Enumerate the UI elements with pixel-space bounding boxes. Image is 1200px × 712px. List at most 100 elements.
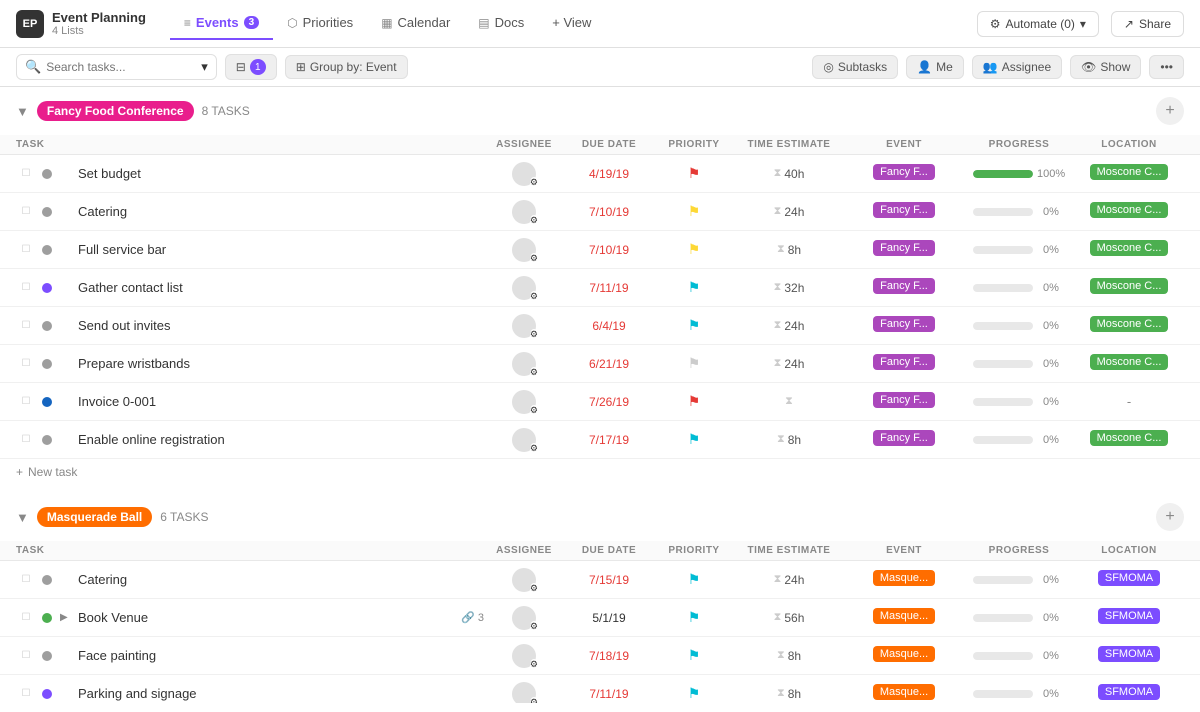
task-name[interactable]: Catering: [78, 572, 484, 587]
event-badge[interactable]: Fancy F...: [873, 392, 935, 408]
task-duedate[interactable]: 5/1/19: [564, 610, 654, 625]
task-timeest[interactable]: ⧗: [734, 395, 844, 408]
location-badge[interactable]: Moscone C...: [1090, 202, 1169, 218]
task-checkbox[interactable]: ☐: [16, 168, 36, 179]
location-badge[interactable]: Moscone C...: [1090, 278, 1169, 294]
task-duedate[interactable]: 7/10/19: [564, 242, 654, 257]
group-label[interactable]: Masquerade Ball: [37, 507, 152, 527]
task-timeest[interactable]: ⧗24h: [734, 573, 844, 587]
task-checkbox[interactable]: ☐: [16, 244, 36, 255]
task-checkbox[interactable]: ☐: [16, 358, 36, 369]
automate-button[interactable]: ⚙ Automate (0) ▾: [977, 11, 1099, 37]
show-button[interactable]: 👁 Show: [1070, 55, 1141, 79]
location-badge[interactable]: SFMOMA: [1098, 684, 1160, 700]
location-badge[interactable]: Moscone C...: [1090, 316, 1169, 332]
task-location[interactable]: Moscone C...: [1074, 430, 1184, 449]
task-duedate[interactable]: 7/26/19: [564, 394, 654, 409]
due-date[interactable]: 7/10/19: [589, 243, 629, 257]
event-badge[interactable]: Fancy F...: [873, 316, 935, 332]
avatar[interactable]: [512, 314, 536, 338]
event-badge[interactable]: Fancy F...: [873, 354, 935, 370]
task-timeest[interactable]: ⧗8h: [734, 243, 844, 257]
task-event[interactable]: Masque...: [844, 684, 964, 703]
task-checkbox[interactable]: ☐: [16, 650, 36, 661]
task-name[interactable]: Set budget: [78, 166, 484, 181]
task-timeest[interactable]: ⧗24h: [734, 205, 844, 219]
avatar[interactable]: [512, 162, 536, 186]
task-name[interactable]: Prepare wristbands: [78, 356, 484, 371]
event-badge[interactable]: Fancy F...: [873, 240, 935, 256]
task-priority[interactable]: ⚑: [654, 165, 734, 182]
location-badge[interactable]: Moscone C...: [1090, 430, 1169, 446]
task-name[interactable]: Enable online registration: [78, 432, 484, 447]
task-location[interactable]: Moscone C...: [1074, 202, 1184, 221]
avatar[interactable]: [512, 238, 536, 262]
task-name[interactable]: Gather contact list: [78, 280, 484, 295]
task-name[interactable]: Send out invites: [78, 318, 484, 333]
filter-button[interactable]: ⊟ 1: [225, 54, 277, 80]
location-badge[interactable]: Moscone C...: [1090, 240, 1169, 256]
avatar[interactable]: [512, 606, 536, 630]
due-date[interactable]: 7/11/19: [589, 281, 628, 295]
task-name[interactable]: Book Venue: [78, 610, 457, 625]
event-badge[interactable]: Fancy F...: [873, 202, 935, 218]
avatar[interactable]: [512, 682, 536, 704]
task-priority[interactable]: ⚑: [654, 685, 734, 702]
task-timeest[interactable]: ⧗8h: [734, 687, 844, 701]
group-toggle[interactable]: ▼: [16, 104, 29, 119]
location-badge[interactable]: SFMOMA: [1098, 570, 1160, 586]
group-label[interactable]: Fancy Food Conference: [37, 101, 194, 121]
task-checkbox[interactable]: ☐: [16, 282, 36, 293]
task-duedate[interactable]: 7/17/19: [564, 432, 654, 447]
tab-calendar[interactable]: ▦ Calendar: [367, 7, 464, 40]
search-input[interactable]: [46, 60, 196, 74]
task-priority[interactable]: ⚑: [654, 355, 734, 372]
avatar[interactable]: [512, 428, 536, 452]
task-event[interactable]: Fancy F...: [844, 392, 964, 411]
avatar[interactable]: [512, 568, 536, 592]
task-location[interactable]: Moscone C...: [1074, 164, 1184, 183]
task-duedate[interactable]: 7/11/19: [564, 280, 654, 295]
task-duedate[interactable]: 6/21/19: [564, 356, 654, 371]
task-priority[interactable]: ⚑: [654, 393, 734, 410]
more-button[interactable]: •••: [1149, 55, 1184, 79]
task-checkbox[interactable]: ☐: [16, 574, 36, 585]
task-location[interactable]: SFMOMA: [1074, 684, 1184, 703]
due-date[interactable]: 6/21/19: [589, 357, 629, 371]
task-priority[interactable]: ⚑: [654, 241, 734, 258]
due-date[interactable]: 7/15/19: [589, 573, 629, 587]
task-event[interactable]: Masque...: [844, 646, 964, 665]
add-group-button[interactable]: +: [1156, 97, 1184, 125]
task-event[interactable]: Fancy F...: [844, 240, 964, 259]
task-priority[interactable]: ⚑: [654, 279, 734, 296]
share-button[interactable]: ↗ Share: [1111, 11, 1184, 37]
location-badge[interactable]: Moscone C...: [1090, 164, 1169, 180]
tab-events[interactable]: ≡ Events 3: [170, 7, 273, 40]
event-badge[interactable]: Masque...: [873, 570, 935, 586]
task-event[interactable]: Masque...: [844, 608, 964, 627]
task-priority[interactable]: ⚑: [654, 203, 734, 220]
expand-icon[interactable]: ▶: [60, 612, 74, 623]
event-badge[interactable]: Fancy F...: [873, 430, 935, 446]
task-priority[interactable]: ⚑: [654, 431, 734, 448]
task-checkbox[interactable]: ☐: [16, 206, 36, 217]
task-priority[interactable]: ⚑: [654, 647, 734, 664]
due-date[interactable]: 5/1/19: [592, 611, 625, 625]
task-timeest[interactable]: ⧗8h: [734, 649, 844, 663]
task-checkbox[interactable]: ☐: [16, 688, 36, 699]
group-toggle[interactable]: ▼: [16, 510, 29, 525]
task-event[interactable]: Fancy F...: [844, 278, 964, 297]
task-priority[interactable]: ⚑: [654, 317, 734, 334]
event-badge[interactable]: Fancy F...: [873, 278, 935, 294]
task-name[interactable]: Catering: [78, 204, 484, 219]
me-button[interactable]: 👤 Me: [906, 55, 964, 79]
avatar[interactable]: [512, 352, 536, 376]
task-checkbox[interactable]: ☐: [16, 612, 36, 623]
assignee-button[interactable]: 👥 Assignee: [972, 55, 1062, 79]
task-event[interactable]: Fancy F...: [844, 316, 964, 335]
due-date[interactable]: 7/17/19: [589, 433, 629, 447]
add-group-button[interactable]: +: [1156, 503, 1184, 531]
group-by-button[interactable]: ⊞ Group by: Event: [285, 55, 408, 79]
due-date[interactable]: 7/11/19: [589, 687, 628, 701]
task-name[interactable]: Parking and signage: [78, 686, 484, 701]
